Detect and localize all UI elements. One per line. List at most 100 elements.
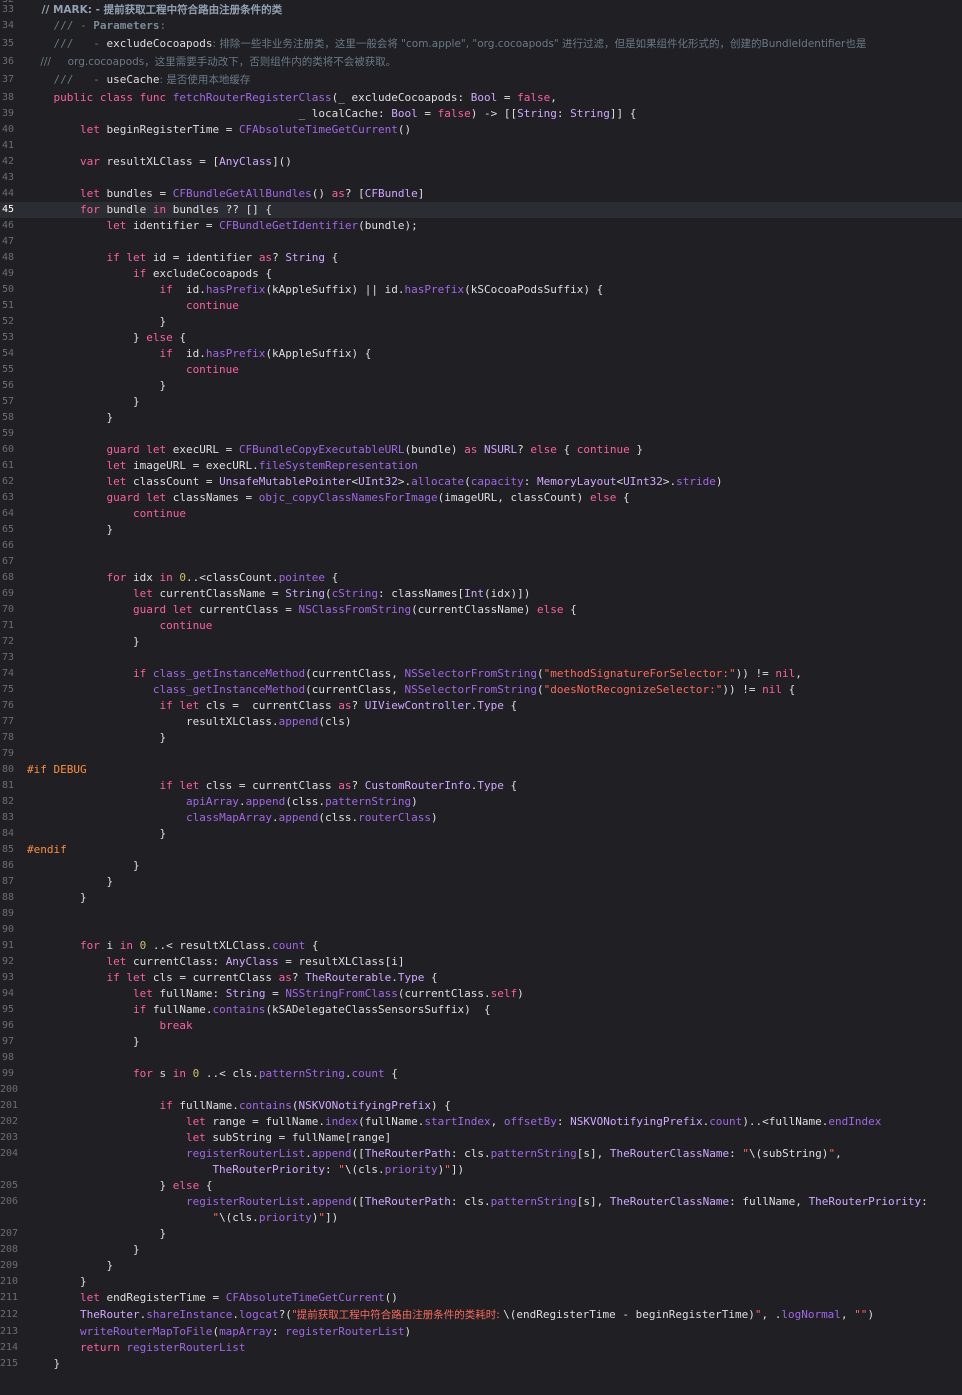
code-line[interactable]: 64 continue: [0, 506, 962, 522]
code-line[interactable]: 51 continue: [0, 298, 962, 314]
code-line[interactable]: 60 guard let execURL = CFBundleCopyExecu…: [0, 442, 962, 458]
code-line[interactable]: 49 if excludeCocoapods {: [0, 266, 962, 282]
code-line[interactable]: 63 guard let classNames = objc_copyClass…: [0, 490, 962, 506]
code-line[interactable]: 41: [0, 138, 962, 154]
code-line[interactable]: 53 } else {: [0, 330, 962, 346]
code-token: Type: [397, 971, 425, 984]
code-line[interactable]: 58 }: [0, 410, 962, 426]
code-line[interactable]: 97 }: [0, 1034, 962, 1050]
code-line[interactable]: 50 if id.hasPrefix(kAppleSuffix) || id.h…: [0, 282, 962, 298]
code-token: }: [27, 731, 167, 744]
code-line[interactable]: 90: [0, 922, 962, 938]
code-line[interactable]: 73: [0, 650, 962, 666]
code-line[interactable]: 85 #endif: [0, 842, 962, 858]
code-line[interactable]: 93 if let cls = currentClass as? TheRout…: [0, 970, 962, 986]
code-token: {: [305, 939, 319, 952]
code-line[interactable]: 71 continue: [0, 618, 962, 634]
code-text: let identifier = CFBundleGetIdentifier(b…: [27, 218, 418, 234]
code-line[interactable]: 84 }: [0, 826, 962, 842]
code-text: continue: [27, 506, 186, 522]
code-line[interactable]: 95 if fullName.contains(kSADelegateClass…: [0, 1002, 962, 1018]
code-line[interactable]: 210 }: [0, 1274, 962, 1290]
line-number: 71: [1, 620, 14, 631]
current-code-line[interactable]: 45 for bundle in bundles ?? [] {: [0, 202, 962, 218]
code-line[interactable]: 83 classMapArray.append(clss.routerClass…: [0, 810, 962, 826]
code-line[interactable]: 79: [0, 746, 962, 762]
code-line[interactable]: 209 }: [0, 1258, 962, 1274]
code-line[interactable]: 94 let fullName: String = NSStringFromCl…: [0, 986, 962, 1002]
code-line[interactable]: 89: [0, 906, 962, 922]
line-number: 70: [1, 604, 14, 615]
code-line[interactable]: 96 break: [0, 1018, 962, 1034]
code-line[interactable]: TheRouterPriority: "\(cls.priority)"]): [0, 1162, 962, 1178]
code-line[interactable]: 75 class_getInstanceMethod(currentClass,…: [0, 682, 962, 698]
code-line[interactable]: 59: [0, 426, 962, 442]
code-line[interactable]: 207 }: [0, 1226, 962, 1242]
code-line[interactable]: 202 let range = fullName.index(fullName.…: [0, 1114, 962, 1130]
code-line[interactable]: 72 }: [0, 634, 962, 650]
code-line[interactable]: 62 let classCount = UnsafeMutablePointer…: [0, 474, 962, 490]
code-line[interactable]: 208 }: [0, 1242, 962, 1258]
code-line[interactable]: 56 }: [0, 378, 962, 394]
code-line[interactable]: 77 resultXLClass.append(cls): [0, 714, 962, 730]
code-line[interactable]: 212 TheRouter.shareInstance.logcat?("提前获…: [0, 1307, 962, 1323]
code-token: :: [729, 1147, 743, 1160]
code-line[interactable]: 213 writeRouterMapToFile(mapArray: regis…: [0, 1324, 962, 1340]
code-line[interactable]: 214 return registerRouterList: [0, 1340, 962, 1356]
code-line[interactable]: 81 if let clss = currentClass as? Custom…: [0, 778, 962, 794]
code-token: (bundle);: [358, 219, 418, 232]
code-line[interactable]: 48 if let id = identifier as? String {: [0, 250, 962, 266]
code-line[interactable]: 82 apiArray.append(clss.patternString): [0, 794, 962, 810]
code-line[interactable]: 35 /// - excludeCocoapods: 排除一些非业务注册类，这里…: [0, 36, 962, 52]
code-line[interactable]: 40 let beginRegisterTime = CFAbsoluteTim…: [0, 122, 962, 138]
code-line[interactable]: 66: [0, 538, 962, 554]
code-line[interactable]: 211 let endRegisterTime = CFAbsoluteTime…: [0, 1290, 962, 1306]
code-line[interactable]: 68 for idx in 0..<classCount.pointee {: [0, 570, 962, 586]
code-line[interactable]: 204 registerRouterList.append([TheRouter…: [0, 1146, 962, 1162]
code-line[interactable]: 39 _ localCache: Bool = false) -> [[Stri…: [0, 106, 962, 122]
code-line[interactable]: 70 guard let currentClass = NSClassFromS…: [0, 602, 962, 618]
code-token: beginRegisterTime =: [99, 123, 239, 136]
code-line[interactable]: 74 if class_getInstanceMethod(currentCla…: [0, 666, 962, 682]
code-line[interactable]: 46 let identifier = CFBundleGetIdentifie…: [0, 218, 962, 234]
code-line[interactable]: 37 /// - useCache: 是否使用本地缓存: [0, 72, 962, 88]
code-line[interactable]: 34 /// - Parameters:: [0, 18, 962, 34]
code-line[interactable]: 86 }: [0, 858, 962, 874]
code-editor[interactable]: 3233 // MARK: - 提前获取工程中符合路由注册条件的类34 /// …: [0, 0, 962, 1395]
code-line[interactable]: 47: [0, 234, 962, 250]
code-line[interactable]: 76 if let cls = currentClass as? UIViewC…: [0, 698, 962, 714]
code-line[interactable]: 61 let imageURL = execURL.fileSystemRepr…: [0, 458, 962, 474]
code-line[interactable]: 54 if id.hasPrefix(kAppleSuffix) {: [0, 346, 962, 362]
code-line[interactable]: 205 } else {: [0, 1178, 962, 1194]
code-line[interactable]: 78 }: [0, 730, 962, 746]
code-line[interactable]: 44 let bundles = CFBundleGetAllBundles()…: [0, 186, 962, 202]
code-line[interactable]: 98: [0, 1050, 962, 1066]
code-line[interactable]: 80 #if DEBUG: [0, 762, 962, 778]
code-line[interactable]: 43: [0, 170, 962, 186]
code-line[interactable]: 201 if fullName.contains(NSKVONotifyingP…: [0, 1098, 962, 1114]
code-line[interactable]: 92 let currentClass: AnyClass = resultXL…: [0, 954, 962, 970]
code-line[interactable]: 99 for s in 0 ..< cls.patternString.coun…: [0, 1066, 962, 1082]
code-line[interactable]: "\(cls.priority)"]): [0, 1210, 962, 1226]
code-line[interactable]: 87 }: [0, 874, 962, 890]
code-line[interactable]: 42 var resultXLClass = [AnyClass](): [0, 154, 962, 170]
code-line[interactable]: 38 public class func fetchRouterRegister…: [0, 90, 962, 106]
code-line[interactable]: 67: [0, 554, 962, 570]
code-line[interactable]: 57 }: [0, 394, 962, 410]
code-line[interactable]: 69 let currentClassName = String(cString…: [0, 586, 962, 602]
code-text: resultXLClass.append(cls): [27, 714, 352, 730]
code-token: ,: [550, 91, 557, 104]
code-line[interactable]: 52 }: [0, 314, 962, 330]
code-line[interactable]: 91 for i in 0 ..< resultXLClass.count {: [0, 938, 962, 954]
code-line[interactable]: 200: [0, 1082, 962, 1098]
code-line[interactable]: 206 registerRouterList.append([TheRouter…: [0, 1194, 962, 1210]
code-line[interactable]: 36 /// org.cocoapods，这里需要手动改下，否则组件内的类将不会…: [0, 54, 962, 70]
code-line[interactable]: 33 // MARK: - 提前获取工程中符合路由注册条件的类: [0, 2, 962, 18]
code-line[interactable]: 88 }: [0, 890, 962, 906]
code-line[interactable]: 215 }: [0, 1356, 962, 1372]
code-line[interactable]: 203 let subString = fullName[range]: [0, 1130, 962, 1146]
code-line[interactable]: 55 continue: [0, 362, 962, 378]
code-line[interactable]: 65 }: [0, 522, 962, 538]
code-token: as: [338, 699, 352, 712]
